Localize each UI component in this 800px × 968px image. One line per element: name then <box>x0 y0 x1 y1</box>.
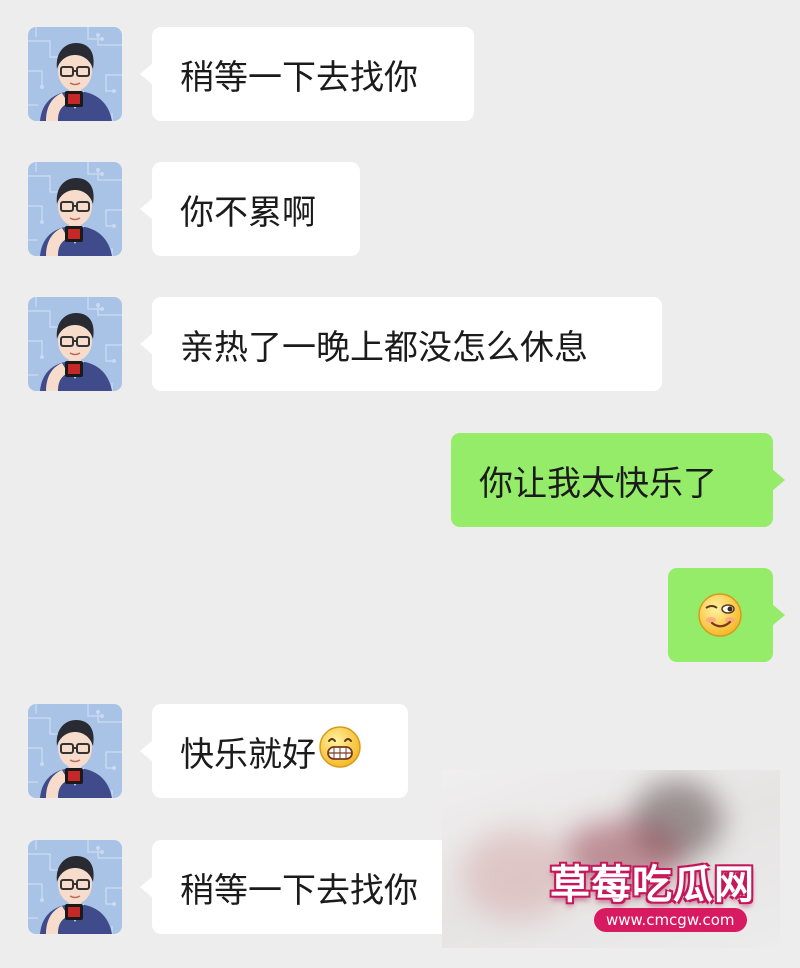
contact-avatar[interactable] <box>28 840 122 934</box>
contact-avatar[interactable] <box>28 162 122 256</box>
avatar-image <box>28 297 122 391</box>
chat-area: 稍等一下去找你 你不累啊 亲热了一晚上都没怎么休息 你让我太快乐了 快乐就好 稍… <box>0 0 800 968</box>
watermark-url: www.cmcgw.com <box>594 908 747 932</box>
message-bubble-incoming[interactable]: 稍等一下去找你 <box>140 27 474 121</box>
message-text: 稍等一下去找你 <box>180 57 418 98</box>
watermark-title: 草莓吃瓜网 <box>550 862 755 908</box>
message-bubble-incoming[interactable]: 快乐就好 <box>140 704 408 798</box>
message-text: 亲热了一晚上都没怎么休息 <box>180 327 588 368</box>
message-bubble-incoming[interactable]: 你不累啊 <box>140 162 360 256</box>
message-bubble-outgoing[interactable] <box>668 568 785 662</box>
contact-avatar[interactable] <box>28 297 122 391</box>
avatar-image <box>28 162 122 256</box>
message-bubble-incoming[interactable]: 稍等一下去找你 <box>140 840 474 934</box>
watermark: 草莓吃瓜网 www.cmcgw.com <box>442 770 780 948</box>
message-text: 你不累啊 <box>180 192 316 233</box>
avatar-image <box>28 704 122 798</box>
contact-avatar[interactable] <box>28 704 122 798</box>
message-text: 你让我太快乐了 <box>479 463 717 504</box>
avatar-image <box>28 27 122 121</box>
message-text: 快乐就好 <box>180 734 316 775</box>
contact-avatar[interactable] <box>28 27 122 121</box>
message-bubble-outgoing[interactable]: 你让我太快乐了 <box>451 433 785 527</box>
avatar-image <box>28 840 122 934</box>
grin-emoji-icon <box>318 725 362 778</box>
message-text: 稍等一下去找你 <box>180 870 418 911</box>
smirk-emoji-icon <box>698 593 742 637</box>
message-bubble-incoming[interactable]: 亲热了一晚上都没怎么休息 <box>140 297 662 391</box>
